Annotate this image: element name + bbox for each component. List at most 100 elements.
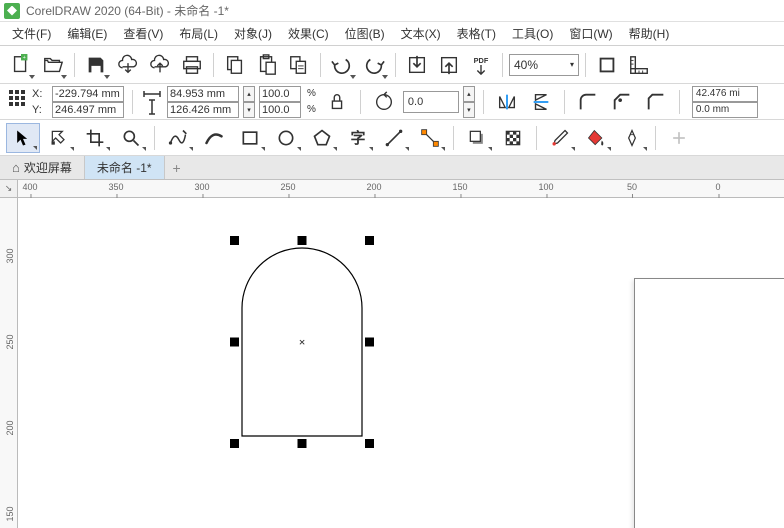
menu-layout[interactable]: 布局(L) bbox=[171, 23, 226, 44]
home-icon: ⌂ bbox=[12, 160, 20, 175]
document-tabs: ⌂欢迎屏幕 未命名 -1* + bbox=[0, 156, 784, 180]
svg-text:+: + bbox=[23, 55, 26, 61]
scale-x-input[interactable]: 100.0 bbox=[259, 86, 301, 102]
corner-scallop-button[interactable] bbox=[607, 87, 637, 117]
size-spinner[interactable]: ▴▾ bbox=[243, 86, 255, 118]
eyedropper-tool[interactable] bbox=[543, 123, 577, 153]
y-label: Y: bbox=[32, 104, 50, 116]
standard-toolbar: + PDF 40%▾ bbox=[0, 46, 784, 84]
rulers-button[interactable] bbox=[624, 50, 654, 80]
canvas-area: ↘ 400 350 300 250 200 150 100 50 0 300 2… bbox=[0, 180, 784, 528]
rotation-spinner[interactable]: ▴▾ bbox=[463, 86, 475, 118]
resize-handle-tc[interactable] bbox=[298, 236, 307, 245]
title-bar: CorelDRAW 2020 (64-Bit) - 未命名 -1* bbox=[0, 0, 784, 22]
x-position-input[interactable]: -229.794 mm bbox=[52, 86, 124, 102]
menu-table[interactable]: 表格(T) bbox=[449, 23, 504, 44]
copy-button[interactable] bbox=[220, 50, 250, 80]
resize-handle-tl[interactable] bbox=[230, 236, 239, 245]
menu-view[interactable]: 查看(V) bbox=[115, 23, 171, 44]
redo-button[interactable] bbox=[359, 50, 389, 80]
shape-tool[interactable] bbox=[42, 123, 76, 153]
lock-ratio-button[interactable] bbox=[322, 87, 352, 117]
mirror-v-button[interactable] bbox=[526, 87, 556, 117]
menu-window[interactable]: 窗口(W) bbox=[561, 23, 620, 44]
duplicate-button[interactable] bbox=[284, 50, 314, 80]
publish-pdf-button[interactable]: PDF bbox=[466, 50, 496, 80]
x-label: X: bbox=[32, 88, 50, 100]
menu-effects[interactable]: 效果(C) bbox=[280, 23, 337, 44]
import-button[interactable] bbox=[402, 50, 432, 80]
outline-offset-input[interactable]: 0.0 mm bbox=[692, 102, 758, 118]
crop-tool[interactable] bbox=[78, 123, 112, 153]
save-button[interactable] bbox=[81, 50, 111, 80]
outline-width-input[interactable]: 42.476 mi bbox=[692, 86, 758, 102]
svg-text:PDF: PDF bbox=[474, 56, 489, 65]
rotation-input[interactable]: 0.0 bbox=[403, 91, 459, 113]
add-tool-button[interactable] bbox=[662, 123, 696, 153]
freehand-tool[interactable] bbox=[161, 123, 195, 153]
artistic-media-tool[interactable] bbox=[197, 123, 231, 153]
print-button[interactable] bbox=[177, 50, 207, 80]
polygon-tool[interactable] bbox=[305, 123, 339, 153]
welcome-tab[interactable]: ⌂欢迎屏幕 bbox=[0, 156, 85, 179]
document-tab[interactable]: 未命名 -1* bbox=[85, 156, 165, 179]
menu-file[interactable]: 文件(F) bbox=[4, 23, 59, 44]
vertical-ruler[interactable]: 300 250 200 150 bbox=[0, 198, 18, 528]
drawing-canvas[interactable]: × bbox=[18, 198, 784, 528]
selected-object[interactable]: × bbox=[230, 236, 374, 448]
menu-text[interactable]: 文本(X) bbox=[393, 23, 449, 44]
new-button[interactable]: + bbox=[6, 50, 36, 80]
outline-pen-tool[interactable] bbox=[615, 123, 649, 153]
scale-y-input[interactable]: 100.0 bbox=[259, 102, 301, 118]
toolbox: 字 bbox=[0, 120, 784, 156]
horizontal-ruler[interactable]: 400 350 300 250 200 150 100 50 0 bbox=[18, 180, 784, 198]
corner-round-button[interactable] bbox=[573, 87, 603, 117]
rectangle-tool[interactable] bbox=[233, 123, 267, 153]
fullscreen-button[interactable] bbox=[592, 50, 622, 80]
pick-tool[interactable] bbox=[6, 123, 40, 153]
percent-label: % bbox=[305, 86, 318, 102]
menu-tools[interactable]: 工具(O) bbox=[504, 23, 561, 44]
app-logo-icon bbox=[4, 3, 20, 19]
zoom-level-input[interactable]: 40%▾ bbox=[509, 54, 579, 76]
width-input[interactable]: 84.953 mm bbox=[167, 86, 239, 102]
export-button[interactable] bbox=[434, 50, 464, 80]
ruler-origin[interactable]: ↘ bbox=[0, 180, 18, 198]
resize-handle-ml[interactable] bbox=[230, 338, 239, 347]
new-tab-button[interactable]: + bbox=[165, 156, 189, 179]
menu-help[interactable]: 帮助(H) bbox=[621, 23, 678, 44]
corner-chamfer-button[interactable] bbox=[641, 87, 671, 117]
height-input[interactable]: 126.426 mm bbox=[167, 102, 239, 118]
window-title: CorelDRAW 2020 (64-Bit) - 未命名 -1* bbox=[26, 2, 229, 19]
menu-edit[interactable]: 编辑(E) bbox=[59, 23, 115, 44]
resize-handle-br[interactable] bbox=[365, 439, 374, 448]
position-icon bbox=[6, 87, 28, 117]
mirror-h-button[interactable] bbox=[492, 87, 522, 117]
percent-label: % bbox=[305, 102, 318, 118]
zoom-tool[interactable] bbox=[114, 123, 148, 153]
dimension-tool[interactable] bbox=[377, 123, 411, 153]
resize-handle-bc[interactable] bbox=[298, 439, 307, 448]
menu-object[interactable]: 对象(J) bbox=[226, 23, 280, 44]
svg-text:字: 字 bbox=[350, 129, 365, 147]
cloud-save-button[interactable] bbox=[113, 50, 143, 80]
resize-handle-mr[interactable] bbox=[365, 338, 374, 347]
property-bar: X: -229.794 mm Y: 246.497 mm 84.953 mm 1… bbox=[0, 84, 784, 120]
drop-shadow-tool[interactable] bbox=[460, 123, 494, 153]
fill-tool[interactable] bbox=[579, 123, 613, 153]
y-position-input[interactable]: 246.497 mm bbox=[52, 102, 124, 118]
undo-button[interactable] bbox=[327, 50, 357, 80]
open-button[interactable] bbox=[38, 50, 68, 80]
ellipse-tool[interactable] bbox=[269, 123, 303, 153]
size-icon bbox=[141, 87, 163, 117]
resize-handle-bl[interactable] bbox=[230, 439, 239, 448]
page-boundary bbox=[634, 278, 784, 528]
cloud-open-button[interactable] bbox=[145, 50, 175, 80]
transparency-tool[interactable] bbox=[496, 123, 530, 153]
text-tool[interactable]: 字 bbox=[341, 123, 375, 153]
connector-tool[interactable] bbox=[413, 123, 447, 153]
resize-handle-tr[interactable] bbox=[365, 236, 374, 245]
paste-button[interactable] bbox=[252, 50, 282, 80]
menu-bar: 文件(F) 编辑(E) 查看(V) 布局(L) 对象(J) 效果(C) 位图(B… bbox=[0, 22, 784, 46]
menu-bitmap[interactable]: 位图(B) bbox=[337, 23, 393, 44]
